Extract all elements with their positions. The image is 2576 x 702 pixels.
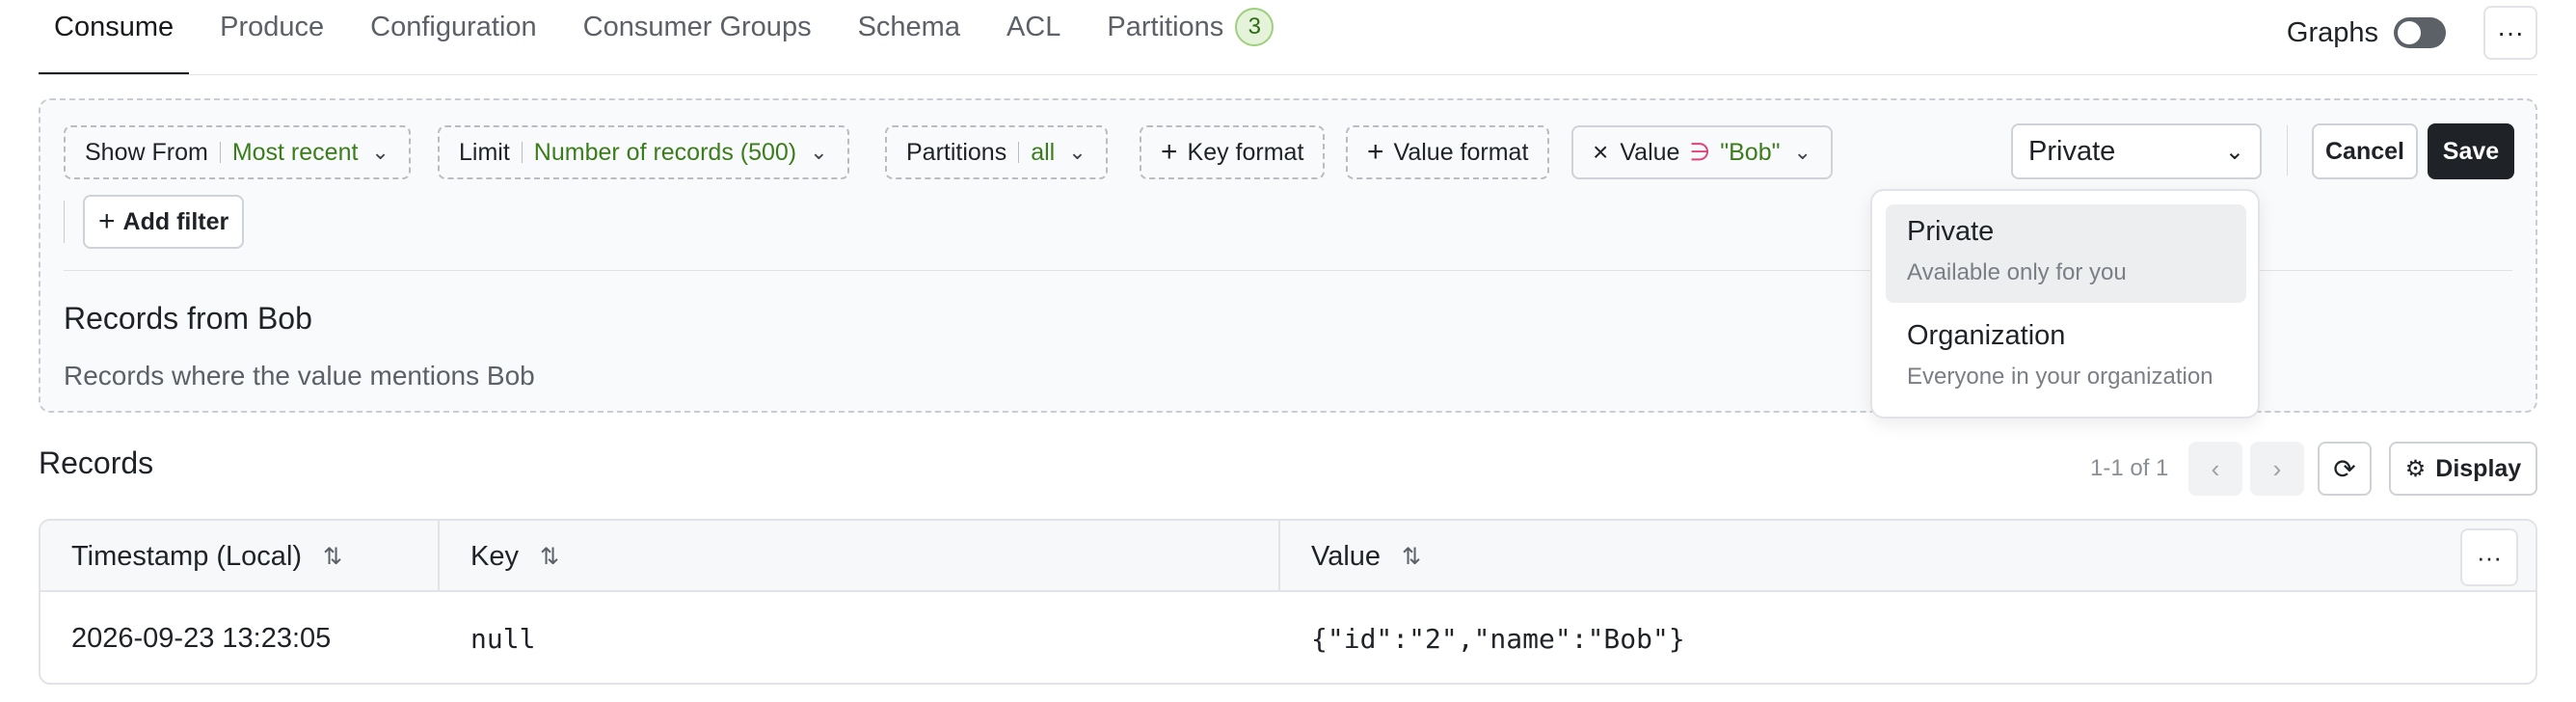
chevron-left-icon: ‹ [2211, 453, 2220, 483]
plus-icon: + [98, 205, 116, 237]
previous-page-button[interactable]: ‹ [2188, 442, 2242, 496]
pagination-text: 1-1 of 1 [2090, 455, 2169, 481]
chevron-down-icon: ⌄ [810, 140, 828, 164]
table-header: Timestamp (Local) ⇅ Key ⇅ Value ⇅ ··· [40, 521, 2536, 592]
display-button[interactable]: ⚙ Display [2389, 442, 2537, 496]
chip-value: Most recent [231, 138, 359, 166]
tab-bar: Consume Produce Configuration Consumer G… [39, 0, 1304, 75]
visibility-option-organization[interactable]: Organization Everyone in your organizati… [1886, 309, 2246, 407]
limit-filter[interactable]: Limit Number of records (500) ⌄ [438, 125, 849, 179]
filter-operator: ∋ [1689, 139, 1711, 166]
chevron-down-icon: ⌄ [2224, 138, 2244, 165]
tab-configuration[interactable]: Configuration [355, 0, 552, 75]
saved-filter-title: Records from Bob [64, 301, 312, 336]
cell-value: {"id":"2","name":"Bob"} [1311, 622, 1685, 655]
refresh-icon: ⟳ [2333, 453, 2356, 484]
show-from-filter[interactable]: Show From Most recent ⌄ [64, 125, 411, 179]
cell-key: null [470, 622, 536, 655]
chip-label: Partitions [906, 138, 1007, 166]
chevron-down-icon: ⌄ [371, 140, 389, 164]
partitions-count-badge: 3 [1235, 8, 1275, 46]
key-format-button[interactable]: + Key format [1140, 125, 1326, 179]
tab-produce[interactable]: Produce [204, 0, 339, 75]
tab-label: Consume [54, 11, 174, 42]
tab-partitions[interactable]: Partitions 3 [1091, 0, 1289, 75]
tab-label: Partitions [1107, 11, 1224, 42]
visibility-option-private[interactable]: Private Available only for you [1886, 204, 2246, 303]
add-filter-label: Add filter [122, 207, 229, 235]
tab-schema[interactable]: Schema [843, 0, 976, 75]
records-table: Timestamp (Local) ⇅ Key ⇅ Value ⇅ ··· 20… [39, 519, 2537, 685]
tab-label: Schema [857, 11, 960, 42]
tab-label: Produce [220, 11, 325, 42]
ellipsis-icon: ··· [2497, 17, 2524, 47]
column-header-value[interactable]: Value ⇅ [1280, 521, 1421, 592]
cell-timestamp: 2026-09-23 13:23:05 [71, 622, 332, 654]
column-label: Value [1311, 540, 1382, 572]
option-title: Private [1907, 216, 1995, 247]
tab-acl[interactable]: ACL [991, 0, 1076, 75]
visibility-selected-value: Private [2028, 135, 2116, 167]
column-label: Key [470, 540, 519, 572]
divider [2287, 125, 2288, 176]
tabs-divider [39, 74, 2537, 75]
graphs-label: Graphs [2286, 16, 2378, 48]
tab-label: Configuration [370, 11, 537, 42]
column-header-timestamp[interactable]: Timestamp (Local) ⇅ [40, 521, 342, 592]
chevron-down-icon: ⌄ [1793, 140, 1811, 164]
chip-label: Value format [1393, 138, 1529, 166]
value-format-button[interactable]: + Value format [1346, 125, 1550, 179]
chip-label: Show From [85, 138, 208, 166]
ellipsis-icon: ··· [2477, 542, 2502, 572]
sort-icon[interactable]: ⇅ [323, 543, 342, 571]
records-title: Records [39, 446, 154, 480]
chip-value: Number of records (500) [533, 138, 797, 166]
chip-separator [219, 142, 221, 163]
graphs-toggle[interactable] [2394, 17, 2446, 48]
more-options-button[interactable]: ··· [2483, 6, 2537, 60]
add-filter-button[interactable]: + Add filter [83, 195, 245, 249]
refresh-button[interactable]: ⟳ [2318, 442, 2372, 496]
filter-value: "Bob" [1720, 138, 1781, 166]
plus-icon: + [1367, 136, 1384, 168]
option-title: Organization [1907, 320, 2066, 351]
save-button[interactable]: Save [2428, 123, 2514, 179]
divider [64, 201, 65, 243]
tab-label: Consumer Groups [582, 11, 812, 42]
table-options-button[interactable]: ··· [2460, 528, 2518, 586]
visibility-dropdown-menu: Private Available only for you Organizat… [1870, 189, 2260, 418]
column-label: Timestamp (Local) [71, 540, 303, 572]
next-page-button[interactable]: › [2250, 442, 2304, 496]
chip-label: Limit [459, 138, 510, 166]
display-label: Display [2435, 454, 2522, 482]
chip-value: all [1031, 138, 1056, 166]
gear-icon: ⚙ [2404, 455, 2427, 482]
chip-label: Key format [1187, 138, 1304, 166]
plus-icon: + [1161, 136, 1178, 168]
cancel-button[interactable]: Cancel [2312, 123, 2418, 179]
column-header-key[interactable]: Key ⇅ [440, 521, 559, 592]
partitions-filter[interactable]: Partitions all ⌄ [885, 125, 1108, 179]
filter-field: Value [1620, 138, 1680, 166]
option-description: Everyone in your organization [1907, 364, 2214, 390]
sort-icon[interactable]: ⇅ [1402, 543, 1421, 571]
close-icon[interactable]: × [1593, 139, 1608, 166]
tab-label: ACL [1006, 11, 1061, 42]
graphs-control: Graphs [2287, 14, 2446, 52]
option-description: Available only for you [1907, 259, 2127, 285]
sort-icon[interactable]: ⇅ [540, 543, 559, 571]
chip-separator [521, 142, 523, 163]
saved-filter-description: Records where the value mentions Bob [64, 361, 535, 391]
chevron-down-icon: ⌄ [1068, 140, 1087, 164]
visibility-select[interactable]: Private ⌄ [2011, 123, 2262, 179]
value-contains-filter[interactable]: × Value ∋ "Bob" ⌄ [1571, 125, 1833, 179]
tab-consumer-groups[interactable]: Consumer Groups [568, 0, 827, 75]
tab-consume[interactable]: Consume [39, 0, 190, 75]
chip-separator [1018, 142, 1020, 163]
chevron-right-icon: › [2272, 453, 2282, 483]
